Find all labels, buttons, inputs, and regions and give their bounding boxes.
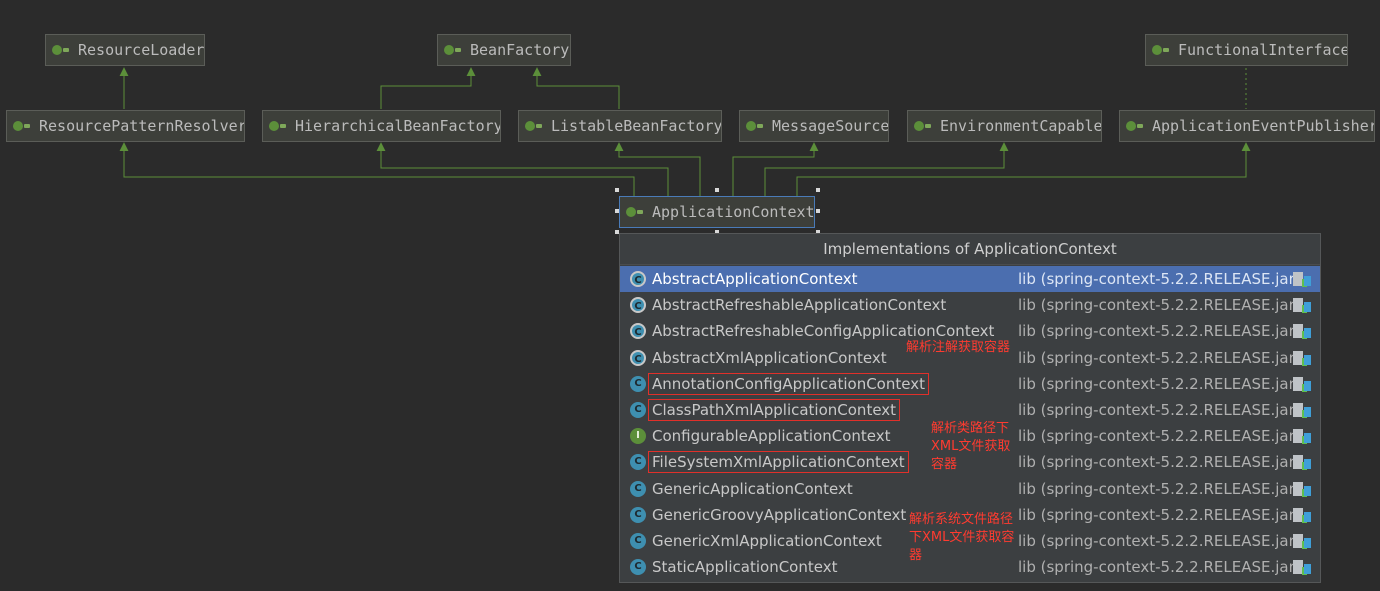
annotation-text: XML文件获取 — [931, 439, 1011, 454]
node-label: BeanFactory — [470, 41, 570, 59]
class-icon: C — [630, 402, 646, 419]
selection-handle[interactable] — [615, 209, 619, 213]
node-listable-bean-factory[interactable]: ListableBeanFactory — [518, 110, 722, 142]
interface-icon — [525, 119, 545, 133]
annotation-text: 解析系统文件路径 — [909, 512, 1014, 527]
node-bean-factory[interactable]: BeanFactory — [437, 34, 571, 66]
node-environment-capable[interactable]: EnvironmentCapable — [907, 110, 1102, 142]
jar-icon — [1293, 350, 1311, 365]
jar-icon — [1293, 324, 1311, 339]
jar-icon — [1293, 429, 1311, 444]
selection-handle[interactable] — [816, 188, 820, 192]
library-label: lib (spring-context-5.2.2.RELEASE.jar) — [1018, 401, 1301, 420]
jar-icon — [1293, 560, 1311, 575]
class-icon: C — [630, 454, 646, 471]
node-label: EnvironmentCapable — [940, 117, 1102, 135]
interface-icon — [1126, 119, 1146, 133]
class-name: AbstractRefreshableConfigApplicationCont… — [652, 322, 995, 341]
node-resource-pattern-resolver[interactable]: ResourcePatternResolver — [6, 110, 245, 142]
node-label: HierarchicalBeanFactory — [295, 117, 501, 135]
class-name: GenericXmlApplicationContext — [652, 531, 882, 550]
abstract-class-icon: C — [630, 349, 646, 366]
node-resource-loader[interactable]: ResourceLoader — [45, 34, 205, 66]
library-label: lib (spring-context-5.2.2.RELEASE.jar) — [1018, 505, 1301, 524]
annotation-text: 容器 — [931, 457, 958, 472]
annotation-filesystem: 解析系统文件路径 下XML文件获取容 器 — [909, 511, 1014, 565]
list-item[interactable]: C AnnotationConfigApplicationContext lib… — [620, 371, 1320, 397]
selection-handle[interactable] — [715, 188, 719, 192]
node-label: ResourcePatternResolver — [39, 117, 245, 135]
jar-icon — [1293, 402, 1311, 417]
library-label: lib (spring-context-5.2.2.RELEASE.jar) — [1018, 270, 1301, 289]
library-label: lib (spring-context-5.2.2.RELEASE.jar) — [1018, 296, 1301, 315]
annotation-annotation-config: 解析注解获取容器 — [906, 339, 1010, 357]
library-label: lib (spring-context-5.2.2.RELEASE.jar) — [1018, 374, 1301, 393]
node-message-source[interactable]: MessageSource — [739, 110, 889, 142]
library-label: lib (spring-context-5.2.2.RELEASE.jar) — [1018, 453, 1301, 472]
library-label: lib (spring-context-5.2.2.RELEASE.jar) — [1018, 479, 1301, 498]
jar-icon — [1293, 455, 1311, 470]
selection-handle[interactable] — [615, 188, 619, 192]
node-label: FunctionalInterface — [1178, 41, 1348, 59]
class-name: FileSystemXmlApplicationContext — [648, 451, 909, 474]
class-name: AbstractXmlApplicationContext — [652, 348, 887, 367]
node-application-event-publisher[interactable]: ApplicationEventPublisher — [1119, 110, 1375, 142]
list-item[interactable]: C GenericApplicationContext lib (spring-… — [620, 476, 1320, 502]
class-icon: C — [630, 559, 646, 576]
abstract-class-icon: C — [630, 297, 646, 314]
jar-icon — [1293, 533, 1311, 548]
interface-icon — [13, 119, 33, 133]
abstract-class-icon: C — [630, 271, 646, 288]
library-label: lib (spring-context-5.2.2.RELEASE.jar) — [1018, 531, 1301, 550]
class-name: AbstractApplicationContext — [652, 270, 858, 289]
jar-icon — [1293, 376, 1311, 391]
class-icon: C — [630, 480, 646, 497]
jar-icon — [1293, 481, 1311, 496]
library-label: lib (spring-context-5.2.2.RELEASE.jar) — [1018, 427, 1301, 446]
class-name: AbstractRefreshableApplicationContext — [652, 296, 947, 315]
annotation-text: 解析注解获取容器 — [906, 340, 1011, 355]
node-label: ListableBeanFactory — [551, 117, 722, 135]
node-label: ApplicationEventPublisher — [1152, 117, 1375, 135]
interface-icon — [746, 119, 766, 133]
list-item[interactable]: C AbstractApplicationContext lib (spring… — [620, 266, 1320, 293]
popup-title: Implementations of ApplicationContext — [620, 234, 1320, 265]
jar-icon — [1293, 298, 1311, 313]
class-name: ClassPathXmlApplicationContext — [647, 399, 901, 422]
node-label: ApplicationContext — [652, 203, 815, 221]
class-name: GenericGroovyApplicationContext — [652, 505, 907, 524]
interface-icon — [914, 119, 934, 133]
node-application-context[interactable]: ApplicationContext — [619, 196, 815, 228]
class-icon: C — [630, 532, 646, 549]
interface-icon — [269, 119, 289, 133]
library-label: lib (spring-context-5.2.2.RELEASE.jar) — [1018, 348, 1301, 367]
annotation-text: 下XML文件获取容 — [909, 530, 1015, 545]
interface-icon — [444, 43, 464, 57]
annotation-text: 解析类路径下 — [931, 421, 1010, 436]
jar-icon — [1293, 507, 1311, 522]
annotation-text: 器 — [909, 548, 923, 563]
annotation-classpath: 解析类路径下 XML文件获取 容器 — [931, 420, 1010, 474]
class-name: AnnotationConfigApplicationContext — [648, 372, 929, 395]
annotation-icon — [1152, 43, 1172, 57]
interface-icon — [626, 205, 646, 219]
library-label: lib (spring-context-5.2.2.RELEASE.jar) — [1018, 558, 1301, 577]
class-name: StaticApplicationContext — [652, 558, 838, 577]
node-label: ResourceLoader — [78, 41, 205, 59]
library-label: lib (spring-context-5.2.2.RELEASE.jar) — [1018, 322, 1301, 341]
abstract-class-icon: C — [630, 323, 646, 340]
list-item[interactable]: C AbstractRefreshableApplicationContext … — [620, 292, 1320, 318]
class-icon: C — [630, 375, 646, 392]
interface-icon: I — [630, 428, 646, 445]
class-name: ConfigurableApplicationContext — [652, 427, 891, 446]
jar-icon — [1293, 272, 1311, 286]
node-functional-interface[interactable]: FunctionalInterface — [1145, 34, 1348, 66]
interface-icon — [52, 43, 72, 57]
class-name: GenericApplicationContext — [652, 479, 853, 498]
node-label: MessageSource — [772, 117, 889, 135]
selection-handle[interactable] — [816, 209, 820, 213]
class-icon: C — [630, 506, 646, 523]
node-hierarchical-bean-factory[interactable]: HierarchicalBeanFactory — [262, 110, 501, 142]
